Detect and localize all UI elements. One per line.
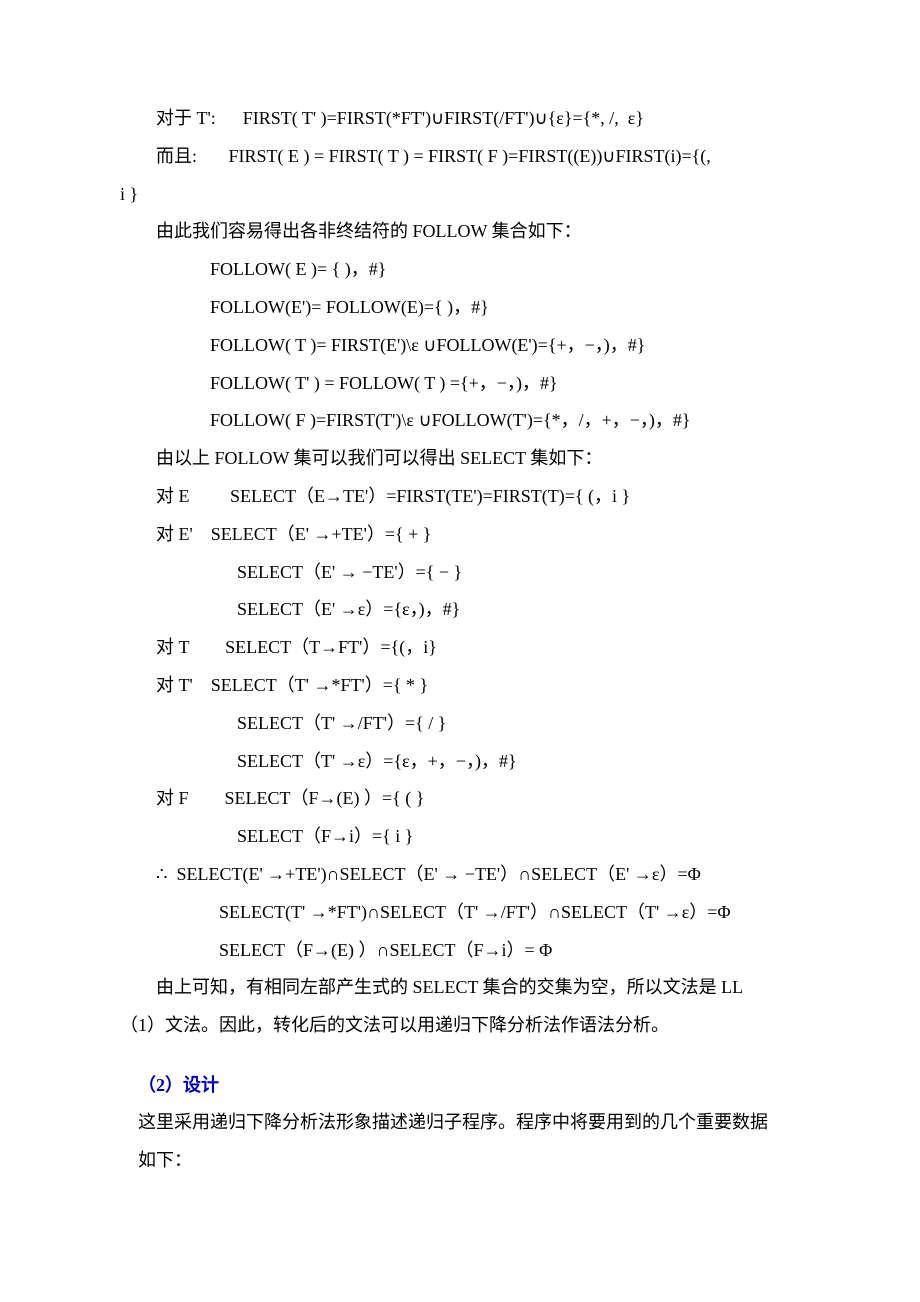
text-line: 如下： [120, 1142, 800, 1180]
text-line: 对于 T': FIRST( T' )=FIRST(*FT')∪FIRST(/FT… [120, 100, 800, 138]
text-line: 由上可知，有相同左部产生式的 SELECT 集合的交集为空，所以文法是 LL [120, 969, 800, 1007]
text-line: i } [120, 176, 800, 214]
text-line: SELECT（T' →ε）={ε，+，−，)，#} [156, 743, 800, 781]
text-line: SELECT(T' →*FT')∩SELECT（T' →/FT'）∩SELECT… [156, 894, 800, 932]
text-line: SELECT（F→i）={ i } [156, 818, 800, 856]
text-line: FOLLOW( T' ) = FOLLOW( T ) ={+，−，)，#} [210, 365, 800, 403]
section-heading-design: （2）设计 [120, 1067, 800, 1105]
text-line: ∴ SELECT(E' →+TE')∩SELECT（E' → −TE'）∩SEL… [156, 856, 800, 894]
text-line: 对 E' SELECT（E' →+TE'）={ + } [156, 516, 800, 554]
text-line: 对 E SELECT（E→TE'）=FIRST(TE')=FIRST(T)={ … [156, 478, 800, 516]
text-line: 对 T' SELECT（T' →*FT'）={ * } [156, 667, 800, 705]
text-line: FOLLOW(E')= FOLLOW(E)={ )，#} [210, 289, 800, 327]
text-line: FOLLOW( F )=FIRST(T')\ε ∪FOLLOW(T')={*，/… [210, 402, 800, 440]
text-line: 由以上 FOLLOW 集可以我们可以得出 SELECT 集如下： [120, 440, 800, 478]
document-page: 对于 T': FIRST( T' )=FIRST(*FT')∪FIRST(/FT… [0, 0, 920, 1280]
select-set-block: 对 E SELECT（E→TE'）=FIRST(TE')=FIRST(T)={ … [120, 478, 800, 969]
text-line: 由此我们容易得出各非终结符的 FOLLOW 集合如下： [120, 213, 800, 251]
text-line: （1）文法。因此，转化后的文法可以用递归下降分析法作语法分析。 [120, 1007, 800, 1045]
text-line: FOLLOW( T )= FIRST(E')\ε ∪FOLLOW(E')={+，… [210, 327, 800, 365]
text-line: 这里采用递归下降分析法形象描述递归子程序。程序中将要用到的几个重要数据 [120, 1104, 800, 1142]
follow-set-block: FOLLOW( E )= { )，#} FOLLOW(E')= FOLLOW(E… [120, 251, 800, 440]
text-line: FOLLOW( E )= { )，#} [210, 251, 800, 289]
text-line: SELECT（E' →ε）={ε，)，#} [156, 591, 800, 629]
text-line: SELECT（F→(E) ）∩SELECT（F→i）= Φ [156, 932, 800, 970]
text-line: 对 T SELECT（T→FT'）={(，i} [156, 629, 800, 667]
text-line: 对 F SELECT（F→(E) ）={ ( } [156, 780, 800, 818]
text-line: SELECT（E' → −TE'）={ − } [156, 554, 800, 592]
heading-text: （2）设计 [138, 1075, 219, 1095]
text-line: 而且: FIRST( E ) = FIRST( T ) = FIRST( F )… [120, 138, 800, 176]
text-line: SELECT（T' →/FT'）={ / } [156, 705, 800, 743]
